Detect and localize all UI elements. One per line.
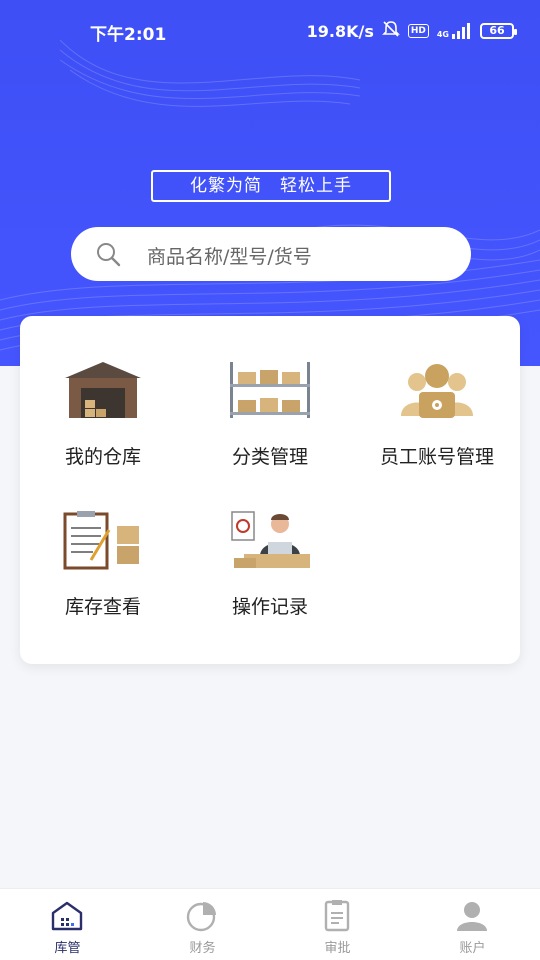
menu-item-label: 我的仓库 [64,446,141,468]
search-bar[interactable]: 商品名称/型号/货号 [71,227,471,281]
tab-label: 审批 [324,941,351,956]
tab-label: 账户 [459,941,486,956]
bottom-tab-bar: 库管 财务 审批 账户 [0,888,540,960]
search-placeholder: 商品名称/型号/货号 [147,246,312,268]
menu-item-inventory-view[interactable]: 库存查看 [20,466,186,618]
status-indicators: 19.8K/s HD 4G 66 [306,20,517,42]
tab-warehouse[interactable]: 库管 [0,889,135,960]
hd-icon: HD [407,24,429,38]
warehouse-tab-icon [51,901,83,931]
menu-item-staff-accounts[interactable]: 员工账号管理 [354,316,520,468]
slogan: 化繁为简 轻松上手 [151,170,391,202]
status-time: 下午2:01 [90,25,167,45]
bell-muted-icon [381,20,400,42]
hero-banner: 下午2:01 19.8K/s HD 4G 66 化繁为简 轻松上手 商品名称/型… [0,0,540,366]
clipboard-icon [63,511,139,570]
shelf-icon [230,362,310,418]
battery-icon: 66 [480,23,517,39]
tab-finance[interactable]: 财务 [135,889,270,960]
user-icon [457,902,487,931]
menu-item-label: 分类管理 [231,446,308,468]
menu-item-operation-log[interactable]: 操作记录 [187,466,353,618]
menu-item-label: 库存查看 [64,596,141,618]
function-menu-card: 我的仓库 分类管理 员工账号管理 库存查看 操作记录 [20,316,520,664]
tab-label: 库管 [54,941,81,956]
net-speed: 19.8K/s [306,21,374,41]
document-icon [324,900,350,932]
worker-icon [231,511,310,568]
warehouse-icon [65,362,141,418]
staff-icon [401,364,473,418]
menu-item-label: 操作记录 [231,596,308,618]
network-type: 4G [436,30,449,39]
tab-label: 财务 [189,941,216,956]
pie-chart-icon [186,902,216,932]
menu-item-category-management[interactable]: 分类管理 [187,316,353,468]
status-bar: 下午2:01 19.8K/s HD 4G 66 [0,0,540,62]
menu-item-label: 员工账号管理 [379,446,494,468]
signal-icon: 4G [437,23,472,39]
tab-account[interactable]: 账户 [405,889,540,960]
search-icon [97,243,121,267]
tab-approval[interactable]: 审批 [270,889,405,960]
menu-item-my-warehouse[interactable]: 我的仓库 [20,316,186,468]
